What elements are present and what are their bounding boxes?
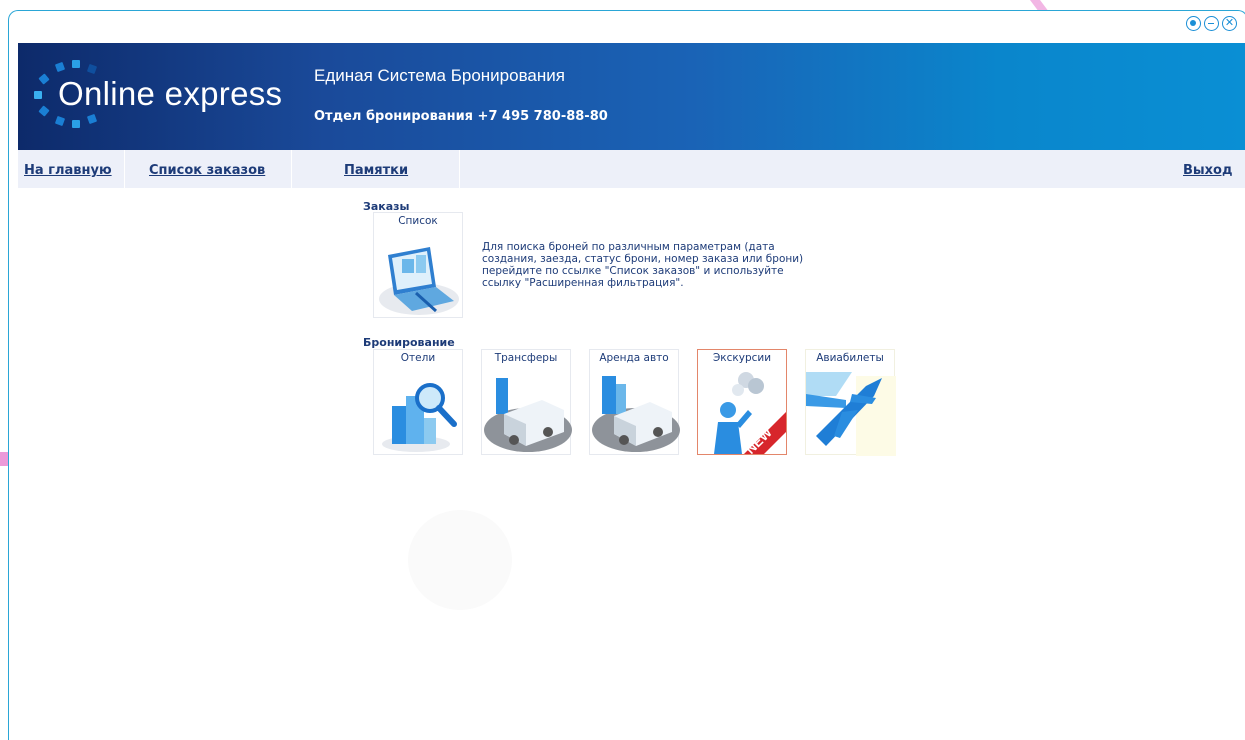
nav-divider (459, 150, 460, 188)
booking-phone: Отдел бронирования +7 495 780-88-80 (314, 109, 608, 124)
tile-label: Аренда авто (599, 352, 669, 364)
air-tickets-tile[interactable]: Авиабилеты (805, 349, 896, 456)
excursions-tile[interactable]: Экскурсии NEW (697, 349, 787, 455)
tile-label: Список (398, 215, 438, 227)
excursion-icon: NEW (714, 372, 786, 454)
car-rental-icon (592, 376, 680, 452)
car-rental-tile[interactable]: Аренда авто (589, 349, 680, 455)
orders-help-text: Для поиска броней по различным параметра… (482, 241, 804, 289)
background-ghost-circle (408, 510, 512, 610)
laptop-list-icon (379, 247, 459, 315)
system-title: Единая Система Бронирования (314, 66, 565, 85)
tile-label: Трансферы (494, 352, 558, 364)
tile-label: Экскурсии (712, 352, 772, 364)
nav-notes-link[interactable]: Памятки (344, 150, 408, 188)
window-controls: ✕ (1186, 16, 1237, 31)
nav-orders-link[interactable]: Список заказов (149, 150, 265, 188)
nav-bar: На главную Список заказов Памятки Выход (18, 150, 1245, 188)
order-list-tile[interactable]: Список (373, 212, 463, 318)
booking-section-title: Бронирование (363, 336, 455, 349)
transfers-tile[interactable]: Трансферы (481, 349, 572, 455)
hotel-search-icon (382, 383, 457, 452)
nav-divider (124, 150, 125, 188)
logo-text: Online express (58, 75, 283, 112)
nav-home-link[interactable]: На главную (24, 150, 112, 188)
nav-divider (291, 150, 292, 188)
tile-label: Отели (400, 352, 436, 364)
close-icon[interactable]: ✕ (1222, 16, 1237, 31)
transfer-bus-icon (484, 378, 572, 452)
header-banner: Online express Единая Система Бронирован… (18, 43, 1245, 150)
tile-label: Авиабилеты (816, 352, 884, 364)
nav-logout-link[interactable]: Выход (1183, 150, 1232, 188)
airplane-icon (806, 372, 896, 456)
hotels-tile[interactable]: Отели (373, 349, 463, 455)
record-icon[interactable] (1186, 16, 1201, 31)
minimize-icon[interactable] (1204, 16, 1219, 31)
